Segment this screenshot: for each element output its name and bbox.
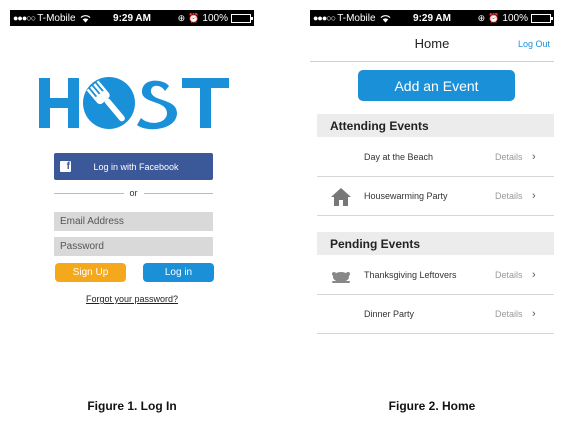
host-logo bbox=[39, 77, 229, 130]
home-screen: ●●●○○ T-Mobile 9:29 AM ⊕ ⏰ 100% Home Log… bbox=[310, 10, 554, 343]
chevron-right-icon: › bbox=[532, 269, 536, 281]
battery-icon bbox=[231, 13, 253, 23]
event-name: Thanksgiving Leftovers bbox=[364, 270, 457, 280]
log-in-button[interactable]: Log in bbox=[143, 263, 214, 282]
status-time: 9:29 AM bbox=[413, 12, 451, 24]
or-label: or bbox=[129, 188, 138, 198]
add-event-button[interactable]: Add an Event bbox=[358, 70, 515, 101]
event-row-day-at-the-beach[interactable]: Day at the Beach Details › bbox=[317, 138, 554, 177]
event-name: Day at the Beach bbox=[364, 152, 434, 162]
divider-line-left bbox=[54, 192, 124, 194]
rotation-lock-icon: ⊕ bbox=[477, 12, 486, 23]
nav-bar: Home Log Out bbox=[310, 26, 554, 62]
attending-events-header: Attending Events bbox=[317, 114, 554, 137]
turkey-icon bbox=[332, 272, 350, 283]
signal-icon: ●●●○○ bbox=[313, 13, 336, 23]
carrier-label: T-Mobile bbox=[37, 12, 76, 24]
figure-caption-home: Figure 2. Home bbox=[388, 399, 476, 413]
wifi-icon bbox=[380, 14, 391, 23]
or-divider: or bbox=[54, 187, 214, 199]
forgot-password-link[interactable]: Forgot your password? bbox=[10, 294, 254, 304]
sign-up-button[interactable]: Sign Up bbox=[55, 263, 126, 282]
email-field[interactable]: Email Address bbox=[54, 212, 213, 231]
event-row-thanksgiving-leftovers[interactable]: Thanksgiving Leftovers Details › bbox=[317, 256, 554, 295]
status-bar: ●●●○○ T-Mobile 9:29 AM ⊕ ⏰ 100% bbox=[10, 10, 254, 26]
password-field[interactable]: Password bbox=[54, 237, 213, 256]
figure-caption-login: Figure 1. Log In bbox=[87, 399, 177, 413]
event-row-dinner-party[interactable]: Dinner Party Details › bbox=[317, 295, 554, 334]
signal-icon: ●●●○○ bbox=[13, 13, 36, 23]
details-link[interactable]: Details bbox=[495, 191, 523, 201]
login-screen: ●●●○○ T-Mobile 9:29 AM ⊕ ⏰ 100% f Log in… bbox=[10, 10, 254, 343]
rotation-lock-icon: ⊕ bbox=[177, 12, 186, 23]
alarm-icon: ⏰ bbox=[188, 12, 200, 23]
pending-events-header: Pending Events bbox=[317, 232, 554, 255]
facebook-icon: f bbox=[60, 161, 71, 172]
details-link[interactable]: Details bbox=[495, 152, 523, 162]
facebook-login-button[interactable]: f Log in with Facebook bbox=[54, 153, 213, 180]
event-row-housewarming-party[interactable]: Housewarming Party Details › bbox=[317, 177, 554, 216]
status-bar: ●●●○○ T-Mobile 9:29 AM ⊕ ⏰ 100% bbox=[310, 10, 554, 26]
alarm-icon: ⏰ bbox=[488, 12, 500, 23]
chevron-right-icon: › bbox=[532, 190, 536, 202]
carrier-label: T-Mobile bbox=[337, 12, 376, 24]
details-link[interactable]: Details bbox=[495, 270, 523, 280]
details-link[interactable]: Details bbox=[495, 309, 523, 319]
event-name: Dinner Party bbox=[364, 309, 415, 319]
house-icon bbox=[331, 188, 351, 206]
wifi-icon bbox=[80, 14, 91, 23]
log-out-link[interactable]: Log Out bbox=[518, 39, 550, 49]
facebook-login-label: Log in with Facebook bbox=[93, 161, 179, 172]
battery-label: 100% bbox=[202, 12, 228, 24]
divider-line-right bbox=[143, 192, 214, 194]
status-time: 9:29 AM bbox=[113, 12, 151, 24]
event-name: Housewarming Party bbox=[364, 191, 448, 201]
battery-icon bbox=[531, 13, 553, 23]
battery-label: 100% bbox=[502, 12, 528, 24]
chevron-right-icon: › bbox=[532, 151, 536, 163]
chevron-right-icon: › bbox=[532, 308, 536, 320]
